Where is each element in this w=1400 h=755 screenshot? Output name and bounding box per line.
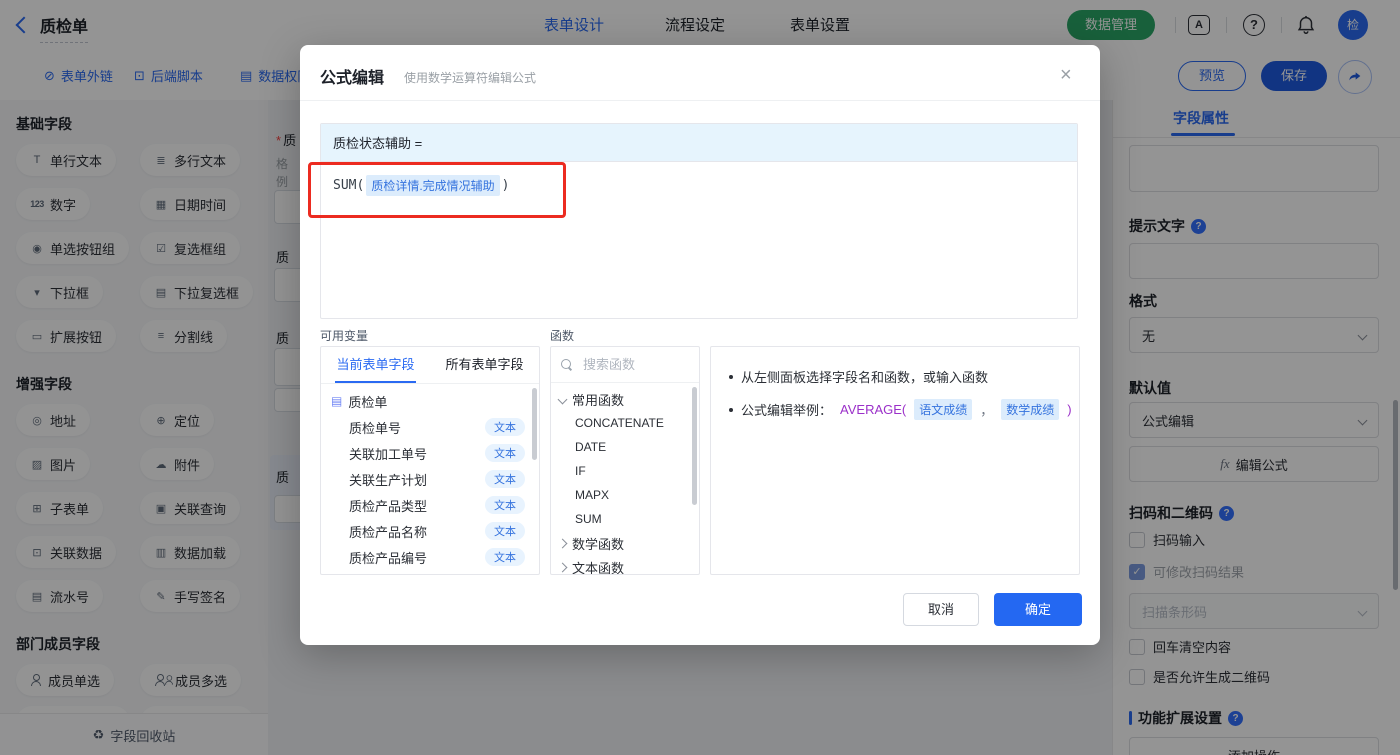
- bullet-dot: [729, 407, 733, 412]
- type-badge: 文本: [485, 496, 525, 514]
- example-comma: ，: [980, 403, 994, 418]
- tab-current-form-fields[interactable]: 当前表单字段: [321, 347, 430, 383]
- formula-editor[interactable]: 质检状态辅助 = SUM( 质检详情.完成情况辅助 ): [320, 123, 1078, 319]
- variable-field-row[interactable]: 关联生产计划 文本: [321, 466, 539, 492]
- annotation-highlight-box: [308, 162, 566, 218]
- form-doc-icon: ▤: [331, 394, 343, 408]
- variables-scrollbar[interactable]: [532, 388, 537, 460]
- modal-title: 公式编辑: [320, 70, 385, 87]
- variable-field-row[interactable]: 关联加工单号 文本: [321, 440, 539, 466]
- help-bullet-1: 从左侧面板选择字段名和函数，或输入函数: [729, 367, 988, 386]
- function-item-if[interactable]: IF: [551, 459, 699, 483]
- close-icon[interactable]: ×: [1060, 65, 1072, 85]
- modal-subtitle: 使用数学运算符编辑公式: [404, 71, 537, 85]
- function-item-concatenate[interactable]: CONCATENATE: [551, 411, 699, 435]
- variable-field-row[interactable]: 质检产品类型 文本: [321, 492, 539, 518]
- type-badge: 文本: [485, 444, 525, 462]
- help-bullet-2: 公式编辑举例： AVERAGE( 语文成绩 ， 数学成绩 ): [729, 399, 1072, 420]
- tab-all-form-fields[interactable]: 所有表单字段: [430, 347, 539, 383]
- function-item-mapx[interactable]: MAPX: [551, 483, 699, 507]
- function-group-common[interactable]: 常用函数: [551, 387, 699, 411]
- function-group-math[interactable]: 数学函数: [551, 531, 699, 555]
- type-badge: 文本: [485, 574, 525, 575]
- example-function-name: AVERAGE(: [840, 402, 907, 417]
- type-badge: 文本: [485, 522, 525, 540]
- functions-label: 函数: [550, 329, 575, 343]
- variable-field-row[interactable]: 质检产品名称 文本: [321, 518, 539, 544]
- chevron-right-icon: [557, 538, 568, 548]
- type-badge: 文本: [485, 418, 525, 436]
- chevron-down-icon: [557, 394, 568, 404]
- variables-panel: 当前表单字段 所有表单字段 ▤ 质检单 质检单号 文本 关联加工单号 文本 关联生产计…: [320, 346, 540, 575]
- chevron-right-icon: [557, 562, 568, 572]
- function-search-row: [551, 347, 699, 383]
- type-badge: 文本: [485, 470, 525, 488]
- variable-tree-root[interactable]: ▤ 质检单: [321, 388, 539, 414]
- formula-target-row: 质检状态辅助 =: [321, 124, 1077, 162]
- bullet-dot: [729, 374, 733, 379]
- variable-field-row[interactable]: 文本: [321, 570, 539, 575]
- example-close-paren: ): [1067, 402, 1072, 417]
- example-chip: 数学成绩: [1001, 399, 1060, 420]
- function-item-sum[interactable]: SUM: [551, 507, 699, 531]
- example-chip: 语文成绩: [914, 399, 973, 420]
- variable-field-row[interactable]: 质检单号 文本: [321, 414, 539, 440]
- search-icon: [561, 358, 573, 371]
- help-panel: 从左侧面板选择字段名和函数，或输入函数 公式编辑举例： AVERAGE( 语文成绩…: [710, 346, 1080, 575]
- functions-scrollbar[interactable]: [692, 387, 697, 505]
- divider: [300, 100, 1100, 101]
- function-item-date[interactable]: DATE: [551, 435, 699, 459]
- formula-editor-modal: 公式编辑 使用数学运算符编辑公式 × 质检状态辅助 = SUM( 质检详情.完成…: [300, 45, 1100, 645]
- formula-target: 质检状态辅助 =: [333, 136, 423, 151]
- function-search-input[interactable]: [581, 356, 685, 373]
- variable-field-row[interactable]: 质检产品编号 文本: [321, 544, 539, 570]
- function-group-text[interactable]: 文本函数: [551, 555, 699, 574]
- confirm-button[interactable]: 确定: [994, 593, 1082, 626]
- cancel-button[interactable]: 取消: [903, 593, 979, 626]
- variables-label: 可用变量: [320, 329, 369, 343]
- app-root: 质检单 表单设计 流程设定 表单设置 数据管理 A ? 检 ⊘ 表单外链 ⊡ 后…: [0, 0, 1400, 755]
- variables-tabs: 当前表单字段 所有表单字段: [321, 347, 539, 384]
- type-badge: 文本: [485, 548, 525, 566]
- functions-panel: 常用函数 CONCATENATE DATE IF MAPX SUM 数学函数 文…: [550, 346, 700, 575]
